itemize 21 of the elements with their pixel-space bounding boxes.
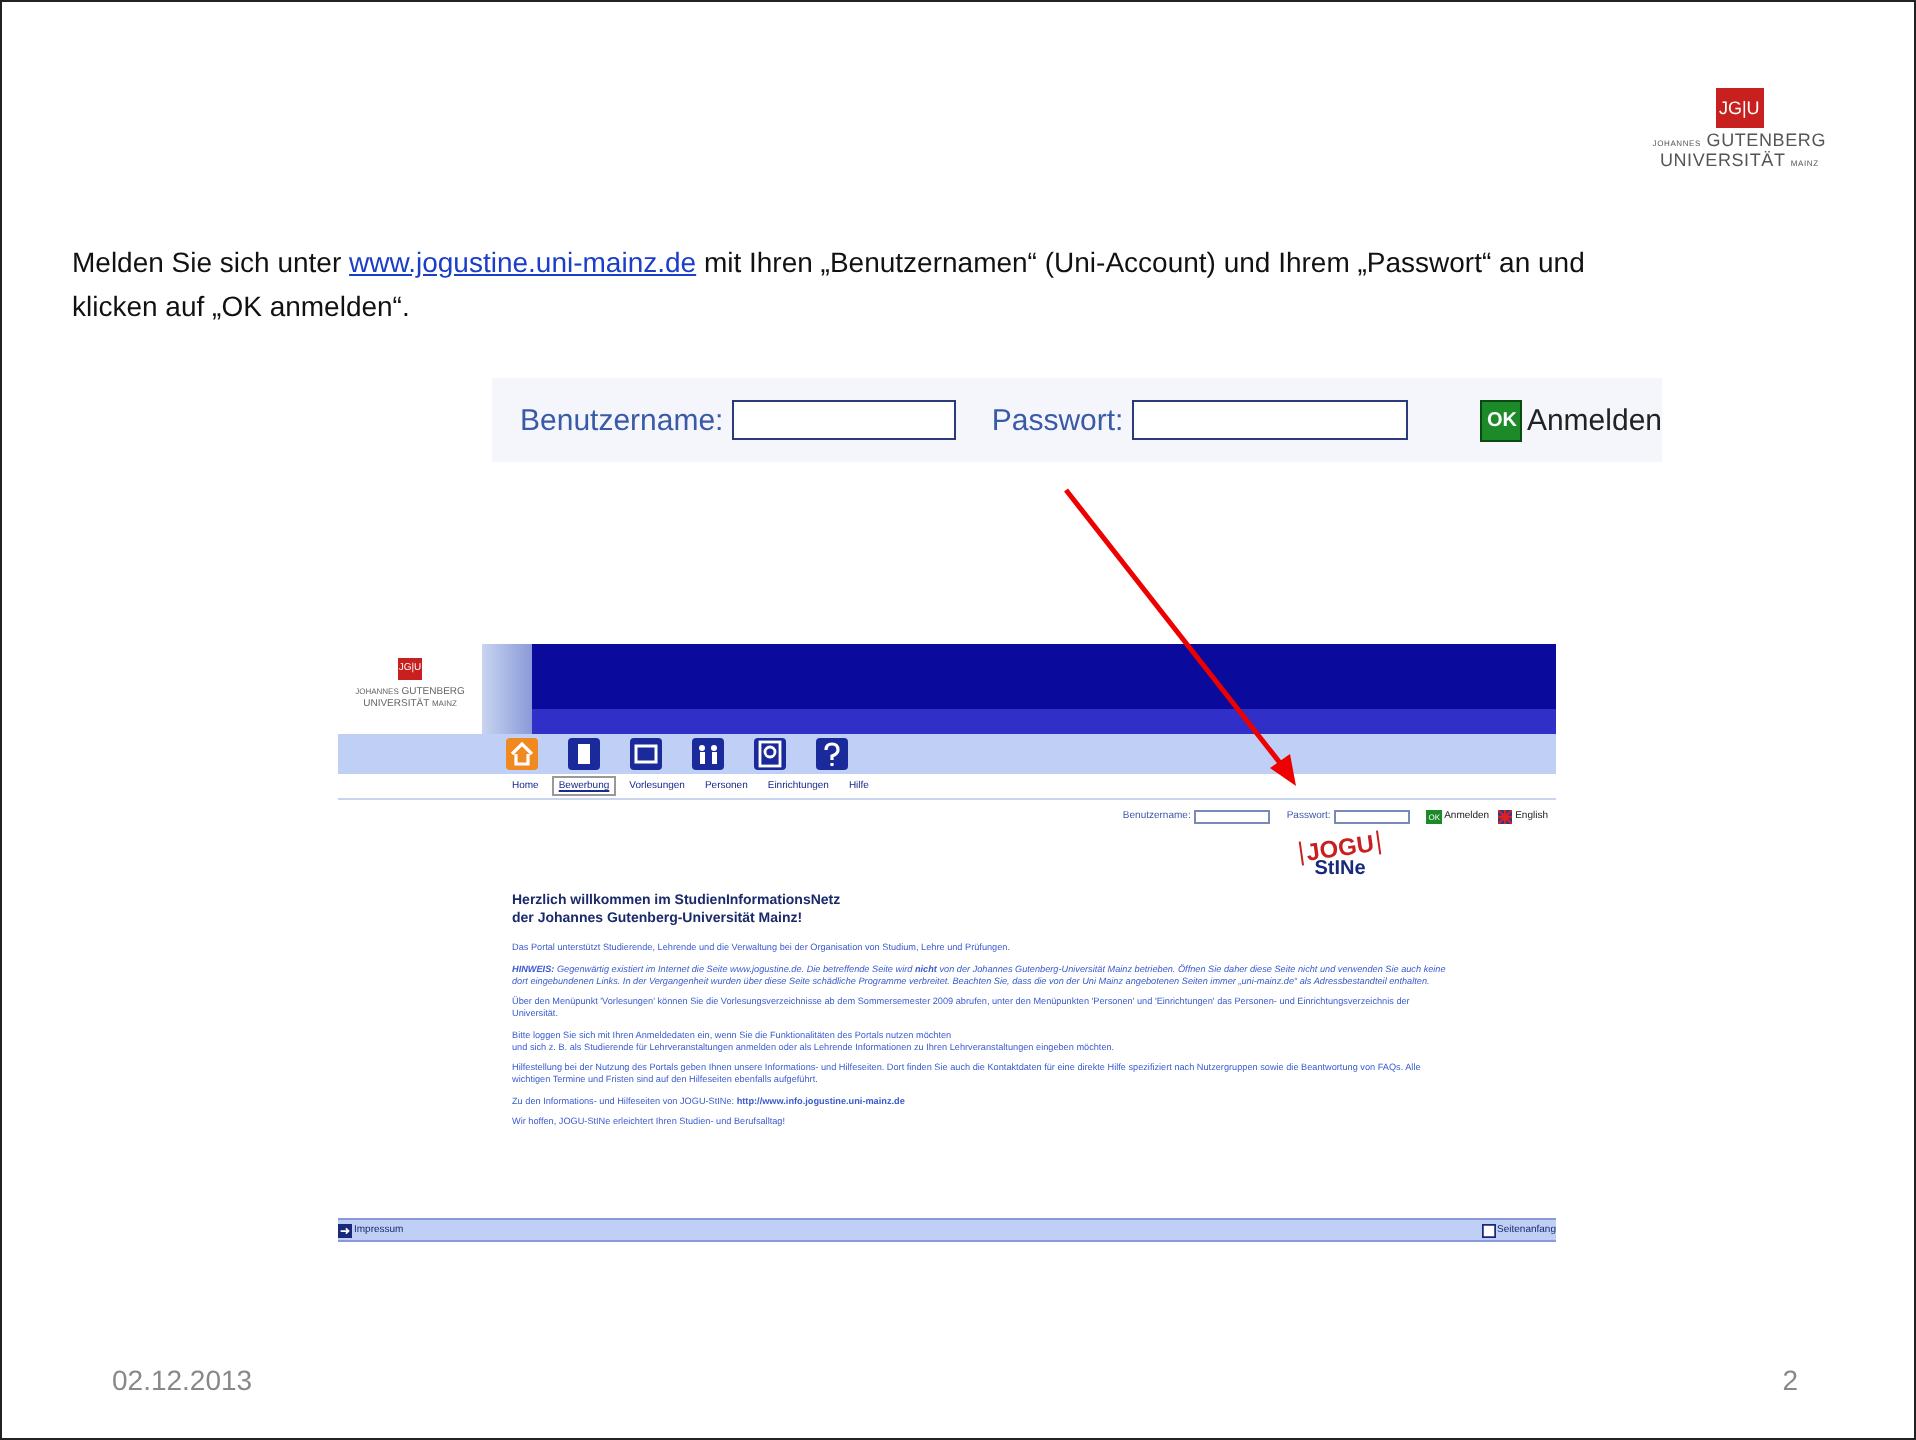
username-label: Benutzername:: [520, 403, 724, 437]
document-icon[interactable]: [568, 738, 600, 770]
help-icon[interactable]: [816, 738, 848, 770]
username-field[interactable]: [731, 400, 956, 440]
password-field[interactable]: [1131, 400, 1409, 440]
password-label: Passwort:: [991, 403, 1124, 437]
arrow-icon: [338, 1223, 352, 1237]
login-button[interactable]: OK Anmelden: [1480, 399, 1662, 441]
portal-link[interactable]: www.jogustine.uni-mainz.de: [349, 246, 697, 278]
instruction-text: Melden Sie sich unter www.jogustine.uni-mainz.de mit Ihren „Benutzernamen“ (Uni-Account) und Ihrem „Passwort“ an und klicken auf „OK anmelden“.: [72, 244, 1587, 326]
people-icon[interactable]: [692, 738, 724, 770]
password-field[interactable]: [1334, 809, 1411, 823]
photo-placeholder: [482, 644, 532, 734]
board-icon[interactable]: [630, 738, 662, 770]
page-icon: [1481, 1223, 1496, 1237]
stine-logo: JOGU StINe: [1294, 836, 1386, 880]
username-field[interactable]: [1194, 809, 1271, 823]
page-number: 2: [1782, 1364, 1798, 1396]
magnifier-icon[interactable]: [754, 738, 786, 770]
slide-date: 02.12.2013: [112, 1364, 253, 1396]
flag-icon: [1497, 809, 1512, 823]
